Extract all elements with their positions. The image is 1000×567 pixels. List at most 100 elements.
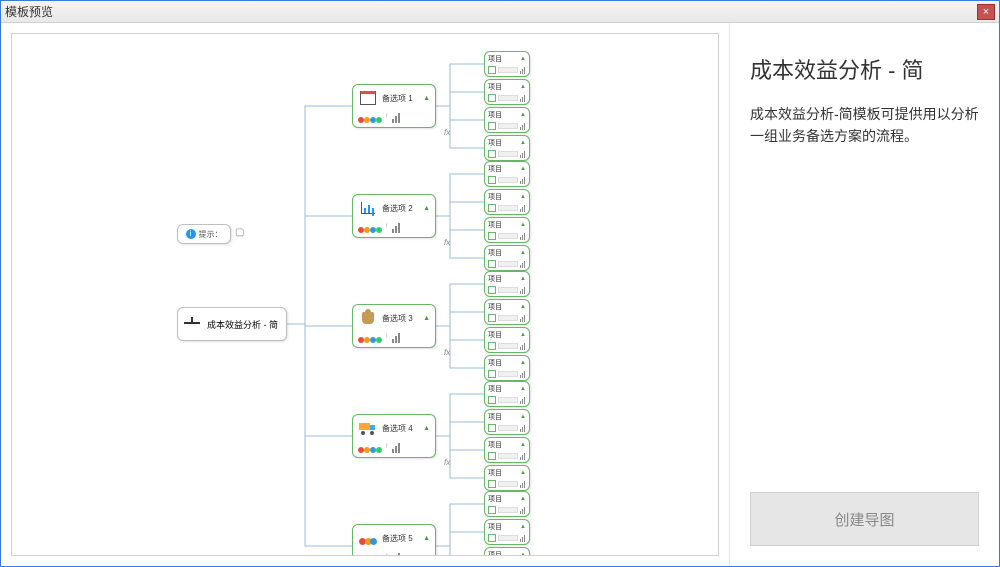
chevron-up-icon: ▲ (520, 84, 526, 90)
bars-icon (520, 150, 526, 158)
people-indicator-icon (358, 221, 382, 233)
value-bar (498, 177, 518, 183)
bars-icon (392, 331, 402, 343)
bars-icon (520, 122, 526, 130)
option-label: 备选项 1 (382, 93, 423, 104)
leaf-label: 项目 (488, 412, 518, 422)
fx-badge: fx (444, 348, 450, 357)
leaf-label: 项目 (488, 82, 518, 92)
checkbox-icon (488, 66, 496, 74)
leaf-node[interactable]: 项目▲ (484, 355, 530, 381)
leaf-label: 项目 (488, 440, 518, 450)
value-bar (498, 343, 518, 349)
leaf-node[interactable]: 项目▲ (484, 271, 530, 297)
value-bar (498, 507, 518, 513)
value-bar (498, 95, 518, 101)
checkbox-icon (488, 314, 496, 322)
option-node-3[interactable]: 备选项 3▲! (352, 304, 436, 348)
chevron-up-icon: ▲ (520, 194, 526, 200)
create-map-button[interactable]: 创建导图 (750, 492, 979, 546)
checkbox-icon (488, 506, 496, 514)
leaf-label: 项目 (488, 110, 518, 120)
info-icon: i (186, 229, 196, 239)
leaf-node[interactable]: 项目▲ (484, 51, 530, 77)
people-indicator-icon (358, 111, 382, 123)
tip-node[interactable]: i提示： (177, 224, 231, 244)
money-bag-icon (362, 312, 374, 324)
canvas-area[interactable]: i提示：▢成本效益分析 - 简备选项 1▲!fx项目▲项目▲项目▲项目▲备选项 … (11, 33, 719, 556)
fx-badge: fx (444, 128, 450, 137)
bars-icon (520, 506, 526, 514)
value-bar (498, 535, 518, 541)
leaf-label: 项目 (488, 54, 518, 64)
chevron-up-icon: ▲ (520, 524, 526, 530)
chevron-up-icon: ▲ (423, 95, 430, 102)
value-bar (498, 425, 518, 431)
leaf-node[interactable]: 项目▲ (484, 381, 530, 407)
leaf-label: 项目 (488, 138, 518, 148)
people-indicator-icon (358, 551, 382, 556)
bars-icon (520, 94, 526, 102)
bars-icon (520, 534, 526, 542)
leaf-node[interactable]: 项目▲ (484, 107, 530, 133)
leaf-node[interactable]: 项目▲ (484, 189, 530, 215)
leaf-node[interactable]: 项目▲ (484, 245, 530, 271)
chevron-up-icon: ▲ (520, 552, 526, 556)
chevron-up-icon: ▲ (520, 470, 526, 476)
bars-icon (392, 441, 402, 453)
chevron-up-icon: ▲ (520, 360, 526, 366)
checkbox-icon (488, 480, 496, 488)
value-bar (498, 315, 518, 321)
chevron-up-icon: ▲ (423, 315, 430, 322)
leaf-node[interactable]: 项目▲ (484, 465, 530, 491)
window-title: 模板预览 (5, 3, 977, 20)
leaf-node[interactable]: 项目▲ (484, 299, 530, 325)
chevron-up-icon: ▲ (423, 425, 430, 432)
leaf-node[interactable]: 项目▲ (484, 217, 530, 243)
value-bar (498, 205, 518, 211)
chevron-up-icon: ▲ (520, 140, 526, 146)
option-node-2[interactable]: 备选项 2▲! (352, 194, 436, 238)
leaf-node[interactable]: 项目▲ (484, 547, 530, 556)
leaf-label: 项目 (488, 358, 518, 368)
people-indicator-icon (358, 331, 382, 343)
people-icon (359, 531, 377, 545)
bars-icon (520, 232, 526, 240)
checkbox-icon (488, 534, 496, 542)
leaf-label: 项目 (488, 522, 518, 532)
checkbox-icon (488, 122, 496, 130)
checkbox-icon (488, 204, 496, 212)
value-bar (498, 371, 518, 377)
root-node[interactable]: 成本效益分析 - 简 (177, 307, 287, 341)
chevron-up-icon: ▲ (520, 332, 526, 338)
checkbox-icon (488, 94, 496, 102)
checkbox-icon (488, 150, 496, 158)
option-label: 备选项 5 (382, 533, 423, 544)
truck-icon (359, 423, 377, 433)
bars-icon (392, 551, 402, 556)
bars-icon (520, 396, 526, 404)
chevron-up-icon: ▲ (520, 222, 526, 228)
leaf-node[interactable]: 项目▲ (484, 161, 530, 187)
leaf-node[interactable]: 项目▲ (484, 135, 530, 161)
option-node-4[interactable]: 备选项 4▲! (352, 414, 436, 458)
close-button[interactable]: × (977, 4, 995, 20)
checkbox-icon (488, 342, 496, 350)
checkbox-icon (488, 260, 496, 268)
bars-icon (520, 260, 526, 268)
leaf-label: 项目 (488, 274, 518, 284)
leaf-node[interactable]: 项目▲ (484, 327, 530, 353)
bars-icon (520, 314, 526, 322)
leaf-node[interactable]: 项目▲ (484, 519, 530, 545)
chevron-up-icon: ▲ (520, 496, 526, 502)
scale-icon (184, 317, 202, 331)
option-node-5[interactable]: 备选项 5▲! (352, 524, 436, 556)
leaf-node[interactable]: 项目▲ (484, 409, 530, 435)
option-node-1[interactable]: 备选项 1▲! (352, 84, 436, 128)
leaf-label: 项目 (488, 330, 518, 340)
chevron-up-icon: ▲ (520, 304, 526, 310)
leaf-node[interactable]: 项目▲ (484, 437, 530, 463)
leaf-node[interactable]: 项目▲ (484, 491, 530, 517)
leaf-node[interactable]: 项目▲ (484, 79, 530, 105)
chevron-up-icon: ▲ (520, 414, 526, 420)
